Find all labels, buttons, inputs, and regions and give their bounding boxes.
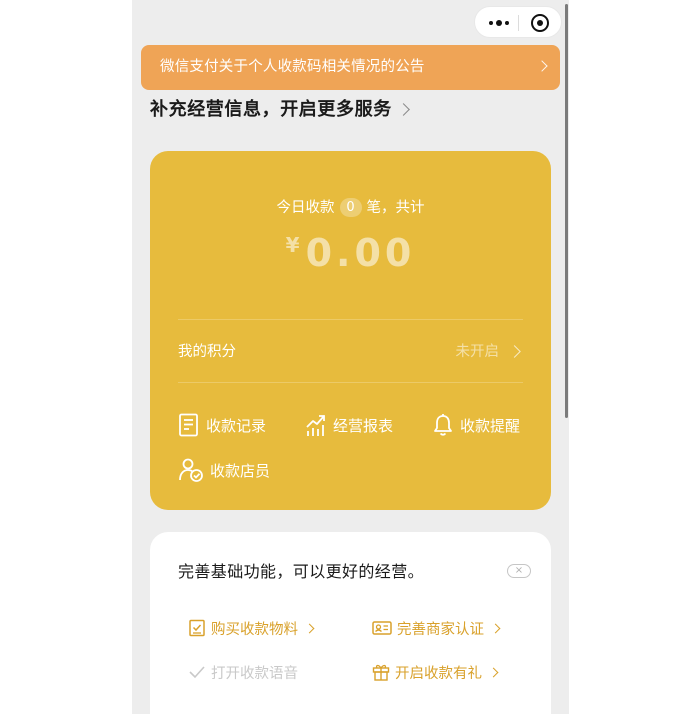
chevron-right-icon: [536, 60, 548, 72]
amount-value: 0.00: [305, 231, 416, 275]
points-row[interactable]: 我的积分 未开启: [178, 337, 523, 367]
chevron-right-icon: [490, 623, 501, 633]
option-label: 购买收款物料: [211, 621, 298, 638]
notice-banner[interactable]: 微信支付关于个人收款码相关情况的公告: [141, 45, 560, 90]
merchant-verification-link[interactable]: 完善商家认证: [372, 616, 501, 640]
chevron-right-icon: [508, 345, 521, 358]
promo-link[interactable]: 补充经营信息，开启更多服务: [150, 94, 410, 122]
chevron-right-icon: [488, 667, 499, 677]
function-label: 经营报表: [333, 416, 394, 435]
option-label: 完善商家认证: [397, 621, 484, 638]
divider: [178, 319, 523, 320]
id-card-icon: [372, 621, 392, 635]
function-collection-records[interactable]: 收款记录: [178, 410, 266, 440]
receipt-list-icon: [179, 413, 198, 437]
bell-icon: [434, 414, 452, 436]
basic-functions-card: 完善基础功能，可以更好的经营。 × 购买收款物料 完善商家认证 打开收款语音 开…: [150, 532, 551, 714]
scrollbar[interactable]: [565, 4, 568, 418]
gift-icon: [372, 664, 390, 681]
page: 微信支付关于个人收款码相关情况的公告 补充经营信息，开启更多服务 今日收款 0 笔，…: [0, 0, 683, 714]
chevron-right-icon: [396, 102, 410, 116]
promo-text: 补充经营信息，开启更多服务: [150, 99, 392, 120]
more-icon[interactable]: [487, 13, 511, 33]
close-icon[interactable]: ×: [507, 564, 531, 578]
mini-program-screen: 微信支付关于个人收款码相关情况的公告 补充经营信息，开启更多服务 今日收款 0 笔，…: [132, 0, 569, 714]
check-icon: [189, 666, 205, 679]
trend-chart-icon: [306, 415, 325, 436]
voice-broadcast-item: 打开收款语音: [188, 660, 298, 684]
function-label: 收款记录: [206, 416, 267, 435]
material-icon: [189, 619, 205, 637]
capsule-divider: [518, 15, 519, 31]
option-label: 开启收款有礼: [395, 665, 482, 682]
notice-text: 微信支付关于个人收款码相关情况的公告: [160, 59, 425, 75]
option-label: 打开收款语音: [211, 665, 298, 682]
clerk-user-icon: [179, 458, 203, 482]
function-collection-clerk[interactable]: 收款店员: [178, 455, 270, 485]
chevron-right-icon: [304, 623, 315, 633]
close-target-icon[interactable]: [531, 14, 549, 32]
function-collection-reminder[interactable]: 收款提醒: [432, 410, 520, 440]
currency-symbol: ¥: [285, 233, 300, 257]
today-suffix: 笔，共计: [366, 200, 425, 216]
function-label: 收款提醒: [460, 416, 521, 435]
points-label: 我的积分: [178, 344, 236, 360]
today-amount: ¥0.00: [150, 231, 551, 275]
today-summary: 今日收款 0 笔，共计: [150, 195, 551, 221]
function-business-report[interactable]: 经营报表: [305, 410, 393, 440]
basic-functions-title: 完善基础功能，可以更好的经营。: [178, 562, 425, 581]
collection-card: 今日收款 0 笔，共计 ¥0.00 我的积分 未开启 收款记录 经营报表 收款提…: [150, 151, 551, 510]
capsule-menu: [474, 6, 562, 38]
points-status: 未开启: [455, 344, 500, 360]
today-count-badge: 0: [339, 198, 362, 217]
buy-materials-link[interactable]: 购买收款物料: [188, 616, 315, 640]
today-label: 今日收款: [276, 200, 335, 216]
divider: [178, 382, 523, 383]
function-label: 收款店员: [210, 461, 271, 480]
collection-gift-link[interactable]: 开启收款有礼: [372, 660, 499, 684]
